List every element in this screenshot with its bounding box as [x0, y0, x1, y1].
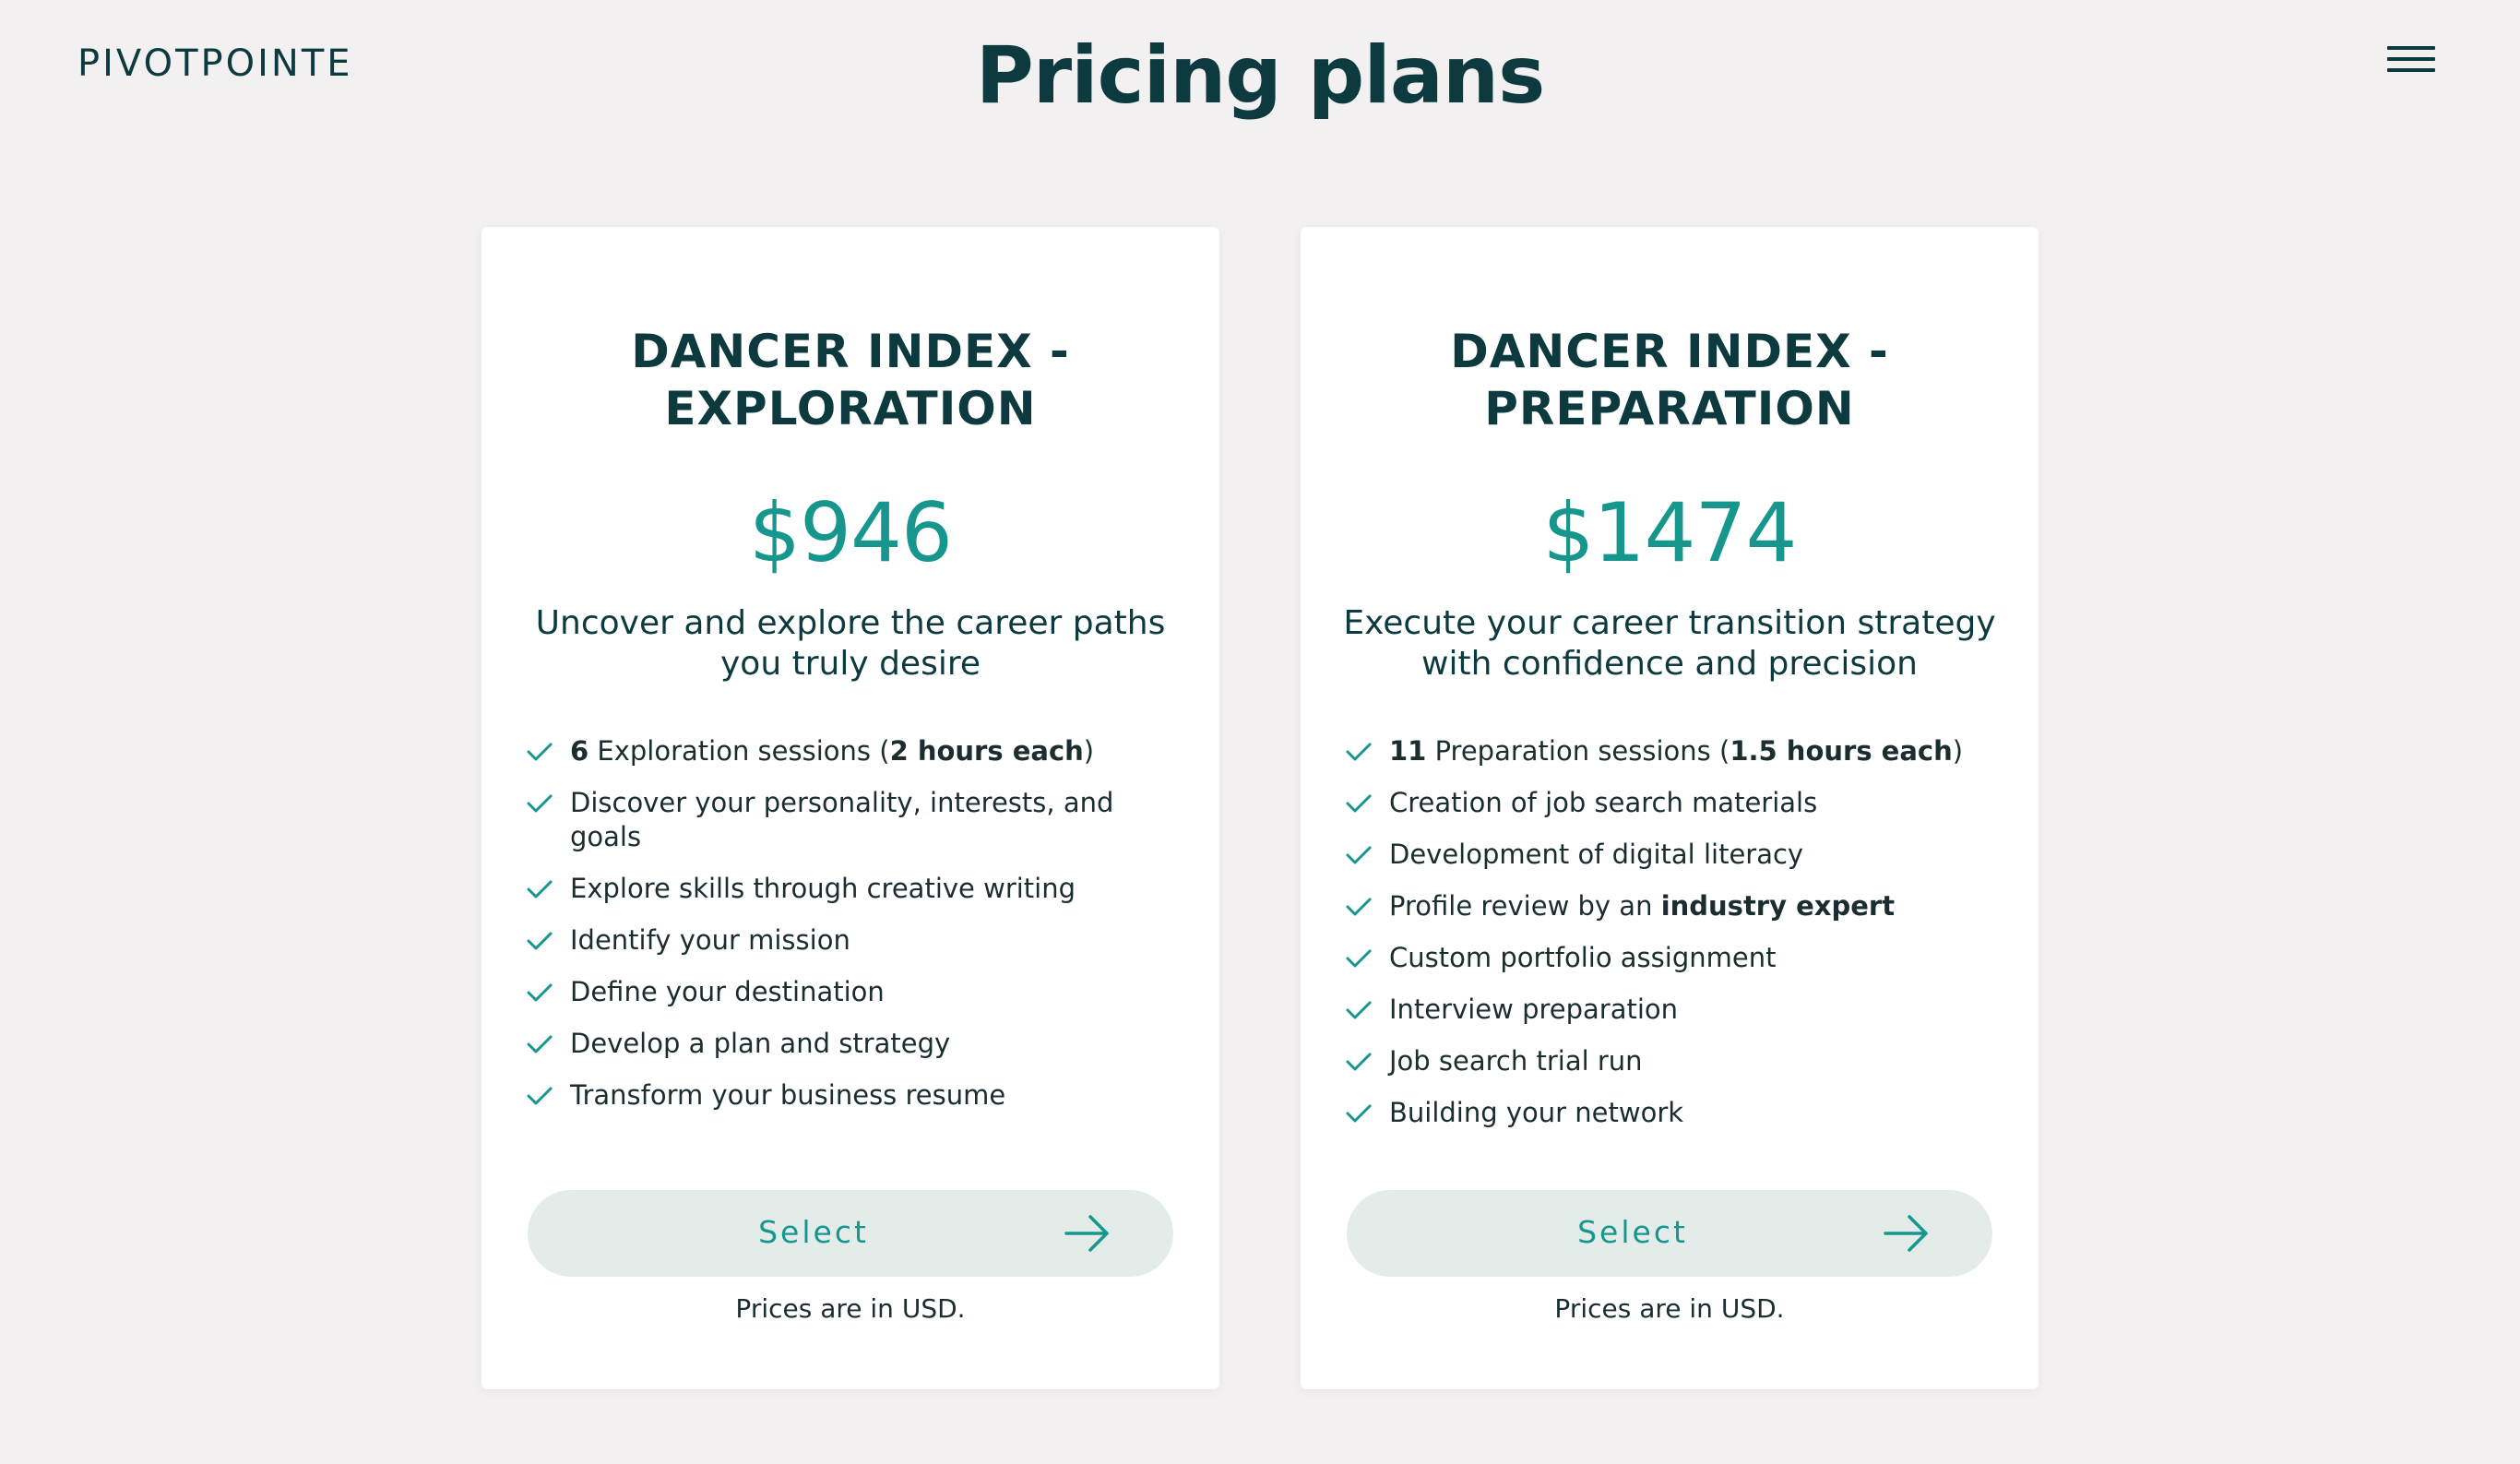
feature-item: Transform your business resume	[526, 1078, 1183, 1113]
checkmark-icon	[527, 880, 553, 899]
plan-description-line-1: Uncover and explore the career paths	[535, 604, 1166, 642]
feature-highlight: 1.5 hours each	[1730, 735, 1953, 767]
feature-text: Profile review by an	[1389, 890, 1661, 922]
plan-title-line-1: DANCER INDEX -	[1450, 325, 1889, 378]
feature-highlight: 11	[1389, 735, 1427, 767]
plan-description-line-2: with confidence and precision	[1421, 645, 1918, 683]
checkmark-icon	[527, 1035, 553, 1053]
select-button-label: Select	[758, 1214, 869, 1250]
plan-title: DANCER INDEX - PREPARATION	[1337, 323, 2002, 437]
feature-text: Creation of job search materials	[1389, 787, 1818, 818]
plan-description-line-1: Execute your career transition strategy	[1343, 604, 1996, 642]
checkmark-icon	[1346, 1001, 1372, 1019]
feature-text: Identify your mission	[570, 924, 850, 956]
checkmark-icon	[527, 743, 553, 761]
currency-note: Prices are in USD.	[1554, 1293, 1785, 1324]
feature-text: Preparation sessions (	[1426, 735, 1730, 767]
feature-highlight: industry expert	[1660, 890, 1896, 922]
hamburger-menu-icon[interactable]	[2387, 46, 2435, 83]
plan-description: Uncover and explore the career paths you…	[518, 603, 1183, 684]
feature-item: Custom portfolio assignment	[1345, 941, 2002, 975]
feature-text: )	[1083, 735, 1095, 767]
feature-text: Interview preparation	[1389, 994, 1679, 1025]
checkmark-icon	[1346, 794, 1372, 813]
feature-item: Develop a plan and strategy	[526, 1027, 1183, 1061]
feature-item: Interview preparation	[1345, 993, 2002, 1027]
plan-title-line-2: EXPLORATION	[664, 382, 1037, 435]
feature-item: 6 Exploration sessions (2 hours each)	[526, 734, 1183, 768]
checkmark-icon	[1346, 898, 1372, 916]
feature-highlight: 2 hours each	[889, 735, 1084, 767]
feature-item: Identify your mission	[526, 923, 1183, 958]
feature-text: )	[1952, 735, 1964, 767]
plan-card-exploration: DANCER INDEX - EXPLORATION $946 Uncover …	[481, 227, 1219, 1389]
checkmark-icon	[527, 794, 553, 813]
feature-item: Profile review by an industry expert	[1345, 889, 2002, 923]
checkmark-icon	[1346, 1053, 1372, 1071]
plan-card-preparation: DANCER INDEX - PREPARATION $1474 Execute…	[1301, 227, 2039, 1389]
plan-description-line-2: you truly desire	[720, 645, 981, 683]
feature-text: Job search trial run	[1389, 1045, 1643, 1077]
feature-list: 11 Preparation sessions (1.5 hours each)…	[1345, 734, 2002, 1148]
feature-text: Custom portfolio assignment	[1389, 942, 1777, 973]
feature-highlight: 6	[570, 735, 589, 767]
page-title: Pricing plans	[975, 30, 1546, 122]
feature-text: Define your destination	[570, 976, 885, 1007]
feature-item: Discover your personality, interests, an…	[526, 786, 1183, 854]
checkmark-icon	[527, 932, 553, 950]
select-button-label: Select	[1577, 1214, 1688, 1250]
feature-item: Creation of job search materials	[1345, 786, 2002, 820]
select-button[interactable]: Select	[528, 1190, 1173, 1277]
checkmark-icon	[527, 1087, 553, 1105]
checkmark-icon	[1346, 1104, 1372, 1123]
checkmark-icon	[1346, 846, 1372, 864]
feature-text: Explore skills through creative writing	[570, 873, 1076, 904]
feature-text: Development of digital literacy	[1389, 839, 1804, 870]
feature-text: Exploration sessions (	[588, 735, 890, 767]
arrow-right-icon	[1064, 1215, 1109, 1252]
checkmark-icon	[1346, 949, 1372, 968]
feature-item: Building your network	[1345, 1096, 2002, 1130]
feature-item: Development of digital literacy	[1345, 838, 2002, 872]
plan-title-line-1: DANCER INDEX -	[631, 325, 1070, 378]
feature-text: Transform your business resume	[570, 1079, 1006, 1111]
feature-item: Define your destination	[526, 975, 1183, 1009]
plan-price: $1474	[1542, 485, 1798, 580]
feature-item: Explore skills through creative writing	[526, 872, 1183, 906]
plan-title: DANCER INDEX - EXPLORATION	[518, 323, 1183, 437]
checkmark-icon	[1346, 743, 1372, 761]
plan-title-line-2: PREPARATION	[1484, 382, 1855, 435]
feature-item: Job search trial run	[1345, 1044, 2002, 1078]
feature-list: 6 Exploration sessions (2 hours each) Dis…	[526, 734, 1183, 1130]
feature-text: Building your network	[1389, 1097, 1684, 1128]
feature-text: Discover your personality, interests, an…	[570, 787, 1114, 852]
feature-item: 11 Preparation sessions (1.5 hours each)	[1345, 734, 2002, 768]
plan-price: $946	[749, 485, 953, 580]
plan-description: Execute your career transition strategy …	[1337, 603, 2002, 684]
select-button[interactable]: Select	[1347, 1190, 1992, 1277]
site-header: PIVOTPOINTE Pricing plans	[0, 0, 2520, 138]
feature-text: Develop a plan and strategy	[570, 1028, 951, 1059]
checkmark-icon	[527, 983, 553, 1002]
arrow-right-icon	[1884, 1215, 1928, 1252]
currency-note: Prices are in USD.	[735, 1293, 966, 1324]
